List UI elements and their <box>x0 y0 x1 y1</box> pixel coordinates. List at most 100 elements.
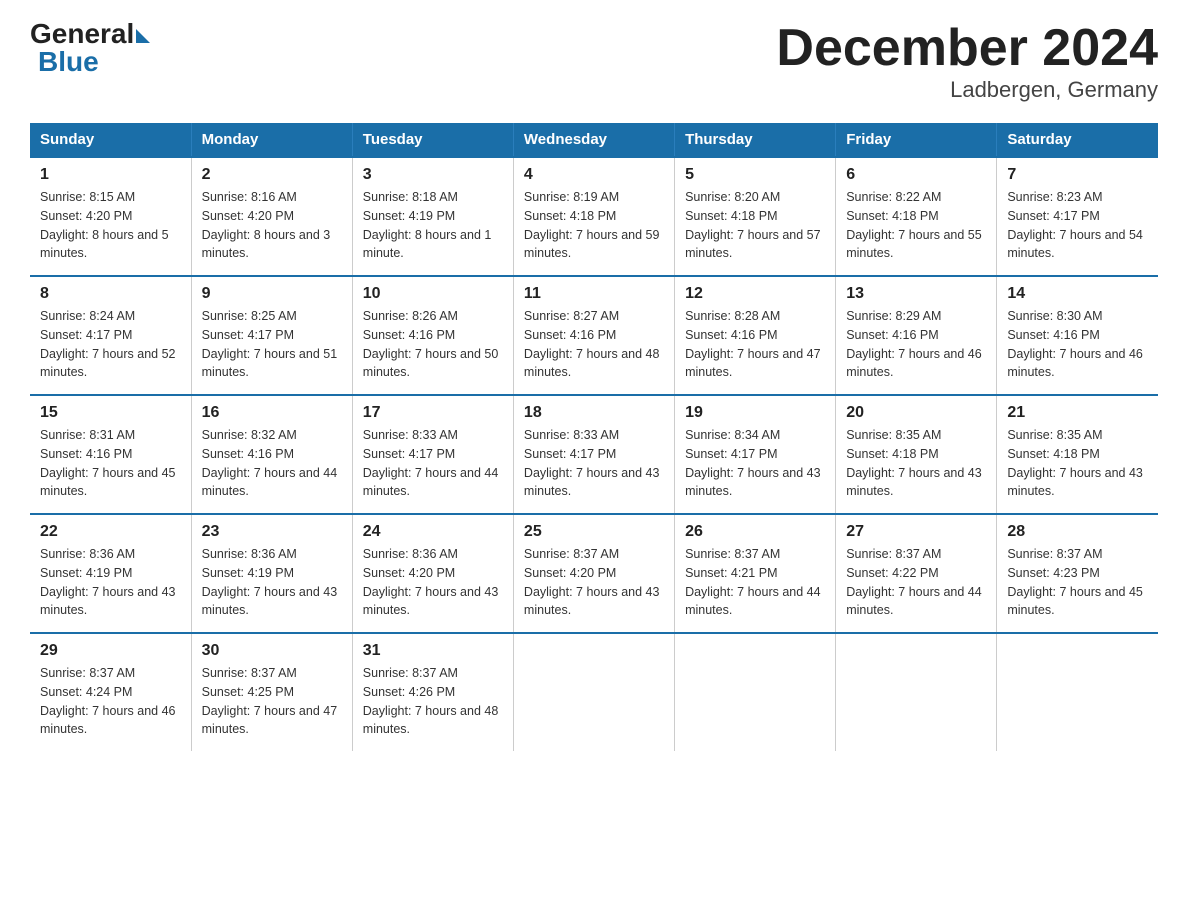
weekday-header-friday: Friday <box>836 123 997 157</box>
day-number: 6 <box>846 166 986 184</box>
day-number: 22 <box>40 523 181 541</box>
calendar-cell <box>675 633 836 751</box>
day-info: Sunrise: 8:37 AM Sunset: 4:20 PM Dayligh… <box>524 545 664 620</box>
day-info: Sunrise: 8:33 AM Sunset: 4:17 PM Dayligh… <box>524 426 664 501</box>
day-info: Sunrise: 8:30 AM Sunset: 4:16 PM Dayligh… <box>1007 307 1148 382</box>
calendar-cell: 16 Sunrise: 8:32 AM Sunset: 4:16 PM Dayl… <box>191 395 352 514</box>
day-info: Sunrise: 8:24 AM Sunset: 4:17 PM Dayligh… <box>40 307 181 382</box>
calendar-cell: 27 Sunrise: 8:37 AM Sunset: 4:22 PM Dayl… <box>836 514 997 633</box>
calendar-cell: 8 Sunrise: 8:24 AM Sunset: 4:17 PM Dayli… <box>30 276 191 395</box>
day-info: Sunrise: 8:35 AM Sunset: 4:18 PM Dayligh… <box>1007 426 1148 501</box>
day-info: Sunrise: 8:29 AM Sunset: 4:16 PM Dayligh… <box>846 307 986 382</box>
calendar-cell: 31 Sunrise: 8:37 AM Sunset: 4:26 PM Dayl… <box>352 633 513 751</box>
calendar-cell: 21 Sunrise: 8:35 AM Sunset: 4:18 PM Dayl… <box>997 395 1158 514</box>
calendar-cell: 25 Sunrise: 8:37 AM Sunset: 4:20 PM Dayl… <box>513 514 674 633</box>
day-info: Sunrise: 8:26 AM Sunset: 4:16 PM Dayligh… <box>363 307 503 382</box>
weekday-header-saturday: Saturday <box>997 123 1158 157</box>
calendar-cell: 28 Sunrise: 8:37 AM Sunset: 4:23 PM Dayl… <box>997 514 1158 633</box>
calendar-cell: 4 Sunrise: 8:19 AM Sunset: 4:18 PM Dayli… <box>513 157 674 276</box>
logo-arrow-icon <box>136 29 150 43</box>
day-number: 24 <box>363 523 503 541</box>
calendar-cell: 17 Sunrise: 8:33 AM Sunset: 4:17 PM Dayl… <box>352 395 513 514</box>
day-number: 30 <box>202 642 342 660</box>
calendar-cell <box>836 633 997 751</box>
location-text: Ladbergen, Germany <box>776 77 1158 103</box>
day-info: Sunrise: 8:31 AM Sunset: 4:16 PM Dayligh… <box>40 426 181 501</box>
calendar-cell: 23 Sunrise: 8:36 AM Sunset: 4:19 PM Dayl… <box>191 514 352 633</box>
calendar-cell: 26 Sunrise: 8:37 AM Sunset: 4:21 PM Dayl… <box>675 514 836 633</box>
day-number: 31 <box>363 642 503 660</box>
calendar-cell: 20 Sunrise: 8:35 AM Sunset: 4:18 PM Dayl… <box>836 395 997 514</box>
calendar-cell: 24 Sunrise: 8:36 AM Sunset: 4:20 PM Dayl… <box>352 514 513 633</box>
calendar-cell: 14 Sunrise: 8:30 AM Sunset: 4:16 PM Dayl… <box>997 276 1158 395</box>
weekday-header-monday: Monday <box>191 123 352 157</box>
day-number: 13 <box>846 285 986 303</box>
calendar-cell: 12 Sunrise: 8:28 AM Sunset: 4:16 PM Dayl… <box>675 276 836 395</box>
calendar-cell: 15 Sunrise: 8:31 AM Sunset: 4:16 PM Dayl… <box>30 395 191 514</box>
day-info: Sunrise: 8:33 AM Sunset: 4:17 PM Dayligh… <box>363 426 503 501</box>
calendar-table: SundayMondayTuesdayWednesdayThursdayFrid… <box>30 123 1158 751</box>
calendar-cell: 18 Sunrise: 8:33 AM Sunset: 4:17 PM Dayl… <box>513 395 674 514</box>
day-info: Sunrise: 8:37 AM Sunset: 4:21 PM Dayligh… <box>685 545 825 620</box>
day-info: Sunrise: 8:15 AM Sunset: 4:20 PM Dayligh… <box>40 188 181 263</box>
day-info: Sunrise: 8:36 AM Sunset: 4:19 PM Dayligh… <box>40 545 181 620</box>
day-number: 14 <box>1007 285 1148 303</box>
calendar-week-row: 29 Sunrise: 8:37 AM Sunset: 4:24 PM Dayl… <box>30 633 1158 751</box>
calendar-cell <box>513 633 674 751</box>
day-number: 10 <box>363 285 503 303</box>
day-info: Sunrise: 8:37 AM Sunset: 4:23 PM Dayligh… <box>1007 545 1148 620</box>
weekday-header-sunday: Sunday <box>30 123 191 157</box>
day-info: Sunrise: 8:20 AM Sunset: 4:18 PM Dayligh… <box>685 188 825 263</box>
day-number: 8 <box>40 285 181 303</box>
calendar-cell: 6 Sunrise: 8:22 AM Sunset: 4:18 PM Dayli… <box>836 157 997 276</box>
calendar-cell: 19 Sunrise: 8:34 AM Sunset: 4:17 PM Dayl… <box>675 395 836 514</box>
day-number: 1 <box>40 166 181 184</box>
day-number: 25 <box>524 523 664 541</box>
day-number: 21 <box>1007 404 1148 422</box>
calendar-week-row: 15 Sunrise: 8:31 AM Sunset: 4:16 PM Dayl… <box>30 395 1158 514</box>
calendar-cell: 3 Sunrise: 8:18 AM Sunset: 4:19 PM Dayli… <box>352 157 513 276</box>
calendar-cell: 11 Sunrise: 8:27 AM Sunset: 4:16 PM Dayl… <box>513 276 674 395</box>
day-number: 15 <box>40 404 181 422</box>
calendar-week-row: 8 Sunrise: 8:24 AM Sunset: 4:17 PM Dayli… <box>30 276 1158 395</box>
calendar-cell: 22 Sunrise: 8:36 AM Sunset: 4:19 PM Dayl… <box>30 514 191 633</box>
day-info: Sunrise: 8:37 AM Sunset: 4:22 PM Dayligh… <box>846 545 986 620</box>
day-number: 7 <box>1007 166 1148 184</box>
calendar-week-row: 22 Sunrise: 8:36 AM Sunset: 4:19 PM Dayl… <box>30 514 1158 633</box>
day-info: Sunrise: 8:27 AM Sunset: 4:16 PM Dayligh… <box>524 307 664 382</box>
day-info: Sunrise: 8:22 AM Sunset: 4:18 PM Dayligh… <box>846 188 986 263</box>
title-block: December 2024 Ladbergen, Germany <box>776 20 1158 103</box>
day-info: Sunrise: 8:32 AM Sunset: 4:16 PM Dayligh… <box>202 426 342 501</box>
day-info: Sunrise: 8:23 AM Sunset: 4:17 PM Dayligh… <box>1007 188 1148 263</box>
day-info: Sunrise: 8:16 AM Sunset: 4:20 PM Dayligh… <box>202 188 342 263</box>
calendar-cell: 5 Sunrise: 8:20 AM Sunset: 4:18 PM Dayli… <box>675 157 836 276</box>
calendar-cell: 2 Sunrise: 8:16 AM Sunset: 4:20 PM Dayli… <box>191 157 352 276</box>
page-header: General Blue December 2024 Ladbergen, Ge… <box>30 20 1158 103</box>
day-number: 3 <box>363 166 503 184</box>
day-number: 5 <box>685 166 825 184</box>
day-info: Sunrise: 8:37 AM Sunset: 4:24 PM Dayligh… <box>40 664 181 739</box>
day-info: Sunrise: 8:35 AM Sunset: 4:18 PM Dayligh… <box>846 426 986 501</box>
weekday-header-tuesday: Tuesday <box>352 123 513 157</box>
day-number: 11 <box>524 285 664 303</box>
calendar-cell <box>997 633 1158 751</box>
day-number: 26 <box>685 523 825 541</box>
logo-general-text: General <box>30 20 134 48</box>
day-number: 17 <box>363 404 503 422</box>
day-info: Sunrise: 8:37 AM Sunset: 4:26 PM Dayligh… <box>363 664 503 739</box>
calendar-header-row: SundayMondayTuesdayWednesdayThursdayFrid… <box>30 123 1158 157</box>
weekday-header-wednesday: Wednesday <box>513 123 674 157</box>
month-title: December 2024 <box>776 20 1158 77</box>
day-info: Sunrise: 8:28 AM Sunset: 4:16 PM Dayligh… <box>685 307 825 382</box>
day-number: 19 <box>685 404 825 422</box>
day-info: Sunrise: 8:18 AM Sunset: 4:19 PM Dayligh… <box>363 188 503 263</box>
day-number: 29 <box>40 642 181 660</box>
day-info: Sunrise: 8:25 AM Sunset: 4:17 PM Dayligh… <box>202 307 342 382</box>
day-number: 9 <box>202 285 342 303</box>
day-number: 16 <box>202 404 342 422</box>
calendar-cell: 7 Sunrise: 8:23 AM Sunset: 4:17 PM Dayli… <box>997 157 1158 276</box>
weekday-header-thursday: Thursday <box>675 123 836 157</box>
day-number: 2 <box>202 166 342 184</box>
day-info: Sunrise: 8:37 AM Sunset: 4:25 PM Dayligh… <box>202 664 342 739</box>
day-number: 20 <box>846 404 986 422</box>
